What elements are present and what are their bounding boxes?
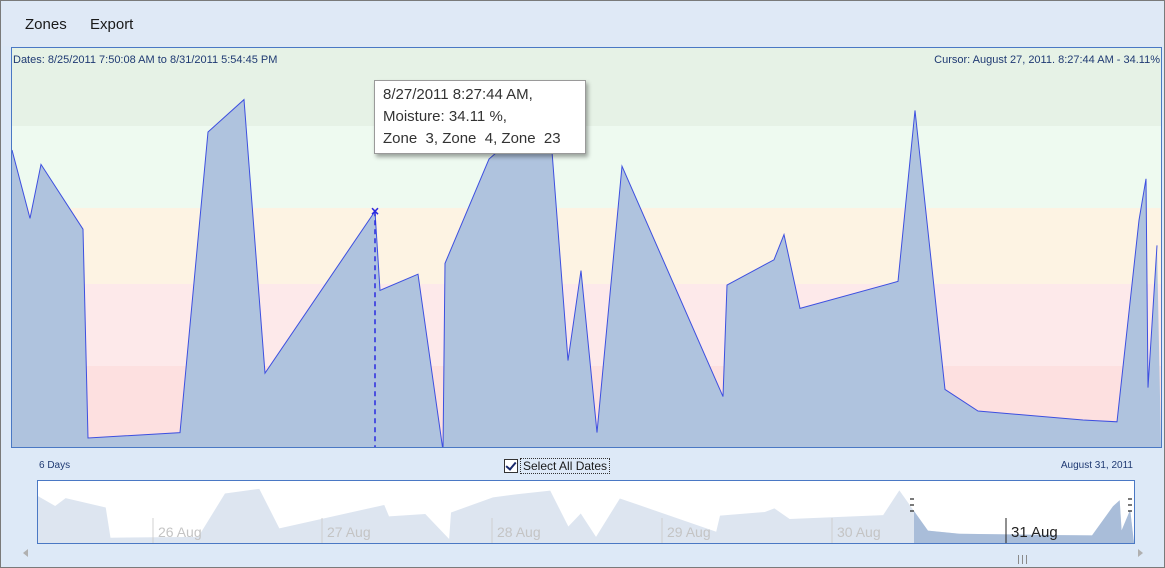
select-all-dates[interactable]: Select All Dates: [504, 457, 611, 474]
navigator-tick-label: 31 Aug: [1011, 524, 1058, 541]
navigator-tick-label: 27 Aug: [327, 524, 371, 540]
window-frame: Zones Export Dates: 8/25/2011 7:50:08 AM…: [0, 0, 1165, 568]
navigator-tick-label: 26 Aug: [158, 524, 202, 540]
menu-export[interactable]: Export: [90, 16, 133, 33]
range-end-date-label: August 31, 2011: [1060, 460, 1133, 471]
zone-band-mint: [12, 126, 1161, 208]
navigator-chart-svg: 26 Aug 27 Aug 28 Aug 29 Aug 30 Aug 31 Aug: [38, 488, 1134, 543]
tooltip-line-moisture: Moisture: 34.11 %,: [383, 108, 507, 125]
date-range-label: Dates: 8/25/2011 7:50:08 AM to 8/31/2011…: [13, 54, 278, 66]
scroll-thumb-grip-icon[interactable]: [1018, 549, 1032, 564]
tooltip-line-zones: Zone 3, Zone 4, Zone 23: [383, 130, 561, 147]
moisture-chart[interactable]: Dates: 8/25/2011 7:50:08 AM to 8/31/2011…: [11, 47, 1162, 448]
selection-handle-right-icon: [1128, 498, 1132, 512]
date-navigator[interactable]: 26 Aug 27 Aug 28 Aug 29 Aug 30 Aug 31 Aug: [37, 480, 1135, 544]
select-all-checkbox[interactable]: [504, 458, 518, 473]
menu-bar: Zones Export: [2, 2, 1163, 46]
scroll-right-icon[interactable]: [1138, 549, 1143, 557]
cursor-readout: Cursor: August 27, 2011. 8:27:44 AM - 34…: [934, 54, 1160, 66]
navigator-tick-label: 30 Aug: [837, 524, 881, 540]
select-all-label: Select All Dates: [520, 457, 611, 474]
horizontal-scrollbar[interactable]: [13, 545, 1153, 564]
navigator-tick-label: 28 Aug: [497, 524, 541, 540]
main-chart-svg: [12, 48, 1161, 447]
menu-zones[interactable]: Zones: [25, 16, 67, 33]
scroll-left-icon[interactable]: [23, 549, 28, 557]
navigator-tick-label: 29 Aug: [667, 524, 711, 540]
zone-band-yellow: [12, 208, 1161, 284]
tooltip-line-date: 8/27/2011 8:27:44 AM,: [383, 86, 533, 103]
range-duration-label: 6 Days: [39, 460, 71, 471]
data-tooltip: 8/27/2011 8:27:44 AM, Moisture: 34.11 %,…: [374, 80, 586, 154]
